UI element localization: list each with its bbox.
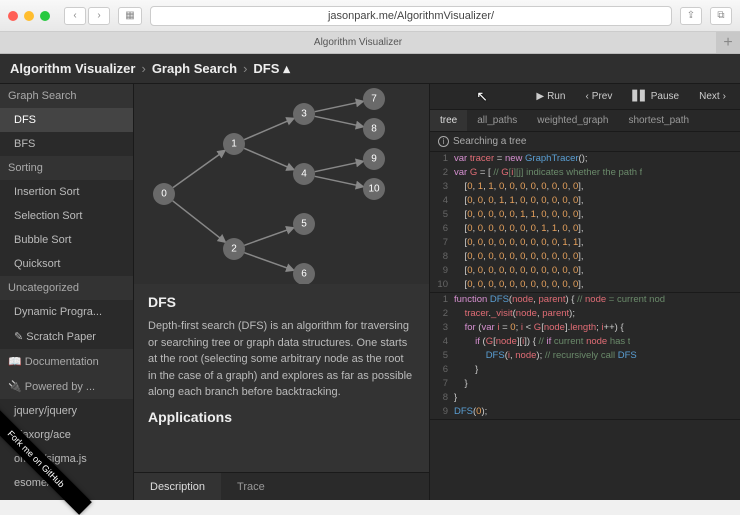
mouse-cursor-icon: ↖ <box>476 88 488 105</box>
svg-text:1: 1 <box>231 139 237 150</box>
play-icon: ▶ <box>536 91 544 102</box>
run-button[interactable]: ▶Run <box>528 88 573 105</box>
file-tab[interactable]: shortest_path <box>618 110 699 131</box>
algorithm-description: Depth-first search (DFS) is an algorithm… <box>148 318 415 401</box>
algorithm-title: DFS <box>148 294 415 310</box>
code-line[interactable]: 10 [0, 0, 0, 0, 0, 0, 0, 0, 0, 0, 0], <box>430 278 740 292</box>
caret-up-icon[interactable]: ▴ <box>283 61 290 77</box>
code-line[interactable]: 2var G = [ // G[i][j] indicates whether … <box>430 166 740 180</box>
code-line[interactable]: 3 [0, 1, 1, 0, 0, 0, 0, 0, 0, 0, 0], <box>430 180 740 194</box>
svg-text:0: 0 <box>161 189 167 200</box>
breadcrumb-app[interactable]: Algorithm Visualizer <box>10 61 135 76</box>
address-bar[interactable]: jasonpark.me/AlgorithmVisualizer/ <box>150 6 672 26</box>
code-line[interactable]: 6 } <box>430 363 740 377</box>
sidebar-group-header[interactable]: Uncategorized <box>0 276 133 300</box>
code-line[interactable]: 5 [0, 0, 0, 0, 0, 1, 1, 0, 0, 0, 0], <box>430 208 740 222</box>
code-line[interactable]: 7 [0, 0, 0, 0, 0, 0, 0, 0, 0, 1, 1], <box>430 236 740 250</box>
main-panel: 0 1 2 3 4 5 6 7 8 9 10 DFS Depth-first search (DFS… <box>134 84 430 500</box>
close-window-icon[interactable] <box>8 11 18 21</box>
code-line[interactable]: 9DFS(0); <box>430 405 740 419</box>
sidebar-item[interactable]: Selection Sort <box>0 204 133 228</box>
file-tabs: treeall_pathsweighted_graphshortest_path <box>430 110 740 132</box>
svg-text:4: 4 <box>301 169 307 180</box>
status-text: Searching a tree <box>453 136 526 147</box>
sidebar-group-header[interactable]: Graph Search <box>0 84 133 108</box>
file-tab[interactable]: all_paths <box>467 110 527 131</box>
svg-text:8: 8 <box>371 124 377 135</box>
code-panel: ▶Run ‹Prev ▋▋Pause Next› treeall_pathswe… <box>430 84 740 500</box>
code-editor[interactable]: 1var tracer = new GraphTracer();2var G =… <box>430 152 740 500</box>
breadcrumb-category[interactable]: Graph Search <box>152 61 237 76</box>
zoom-window-icon[interactable] <box>40 11 50 21</box>
pause-button[interactable]: ▋▋Pause <box>624 88 687 105</box>
share-button[interactable]: ⇪ <box>680 7 702 25</box>
sidebar-item[interactable]: Quicksort <box>0 252 133 276</box>
sidebar-item[interactable]: jquery/jquery <box>0 399 133 423</box>
svg-text:9: 9 <box>371 154 377 165</box>
code-line[interactable]: 7 } <box>430 377 740 391</box>
sidebar-item[interactable]: Insertion Sort <box>0 180 133 204</box>
status-bar: i Searching a tree <box>430 132 740 152</box>
browser-tab[interactable]: Algorithm Visualizer <box>0 32 716 53</box>
sidebar-toggle-button[interactable]: ▦ <box>118 7 142 25</box>
code-line[interactable]: 6 [0, 0, 0, 0, 0, 0, 0, 1, 1, 0, 0], <box>430 222 740 236</box>
description-tabs: DescriptionTrace <box>134 472 429 500</box>
svg-text:5: 5 <box>301 219 307 230</box>
info-icon: i <box>438 136 449 147</box>
code-line[interactable]: 8 [0, 0, 0, 0, 0, 0, 0, 0, 0, 0, 0], <box>430 250 740 264</box>
file-tab[interactable]: weighted_graph <box>527 110 618 131</box>
sidebar-group-header[interactable]: Sorting <box>0 156 133 180</box>
breadcrumb: Algorithm Visualizer › Graph Search › DF… <box>0 54 740 84</box>
new-tab-button[interactable]: + <box>716 32 740 53</box>
app: Algorithm Visualizer › Graph Search › DF… <box>0 54 740 500</box>
browser-toolbar: ‹ › ▦ jasonpark.me/AlgorithmVisualizer/ … <box>0 0 740 32</box>
browser-tabs: Algorithm Visualizer + <box>0 32 740 54</box>
desc-tab[interactable]: Trace <box>221 473 281 500</box>
sidebar-item[interactable]: Dynamic Progra... <box>0 300 133 324</box>
svg-text:10: 10 <box>368 184 380 195</box>
svg-text:2: 2 <box>231 244 237 255</box>
file-tab[interactable]: tree <box>430 110 467 131</box>
code-line[interactable]: 1var tracer = new GraphTracer(); <box>430 152 740 166</box>
sidebar-item[interactable]: BFS <box>0 132 133 156</box>
breadcrumb-algorithm[interactable]: DFS <box>253 61 279 76</box>
window-controls <box>8 11 50 21</box>
description-panel: DFS Depth-first search (DFS) is an algor… <box>134 284 429 472</box>
sidebar-item[interactable]: ✎ Scratch Paper <box>0 324 133 349</box>
code-line[interactable]: 4 if (G[node][i]) { // if current node h… <box>430 335 740 349</box>
back-button[interactable]: ‹ <box>64 7 86 25</box>
code-line[interactable]: 8} <box>430 391 740 405</box>
prev-button[interactable]: ‹Prev <box>577 88 620 105</box>
code-line[interactable]: 2 tracer._visit(node, parent); <box>430 307 740 321</box>
next-button[interactable]: Next› <box>691 88 734 105</box>
svg-text:6: 6 <box>301 269 307 280</box>
svg-text:3: 3 <box>301 109 307 120</box>
applications-heading: Applications <box>148 409 415 425</box>
sidebar-item[interactable]: Bubble Sort <box>0 228 133 252</box>
code-line[interactable]: 9 [0, 0, 0, 0, 0, 0, 0, 0, 0, 0, 0], <box>430 264 740 278</box>
code-line[interactable]: 4 [0, 0, 0, 1, 1, 0, 0, 0, 0, 0, 0], <box>430 194 740 208</box>
forward-button[interactable]: › <box>88 7 110 25</box>
graph-visualization[interactable]: 0 1 2 3 4 5 6 7 8 9 10 <box>134 84 429 284</box>
code-line[interactable]: 5 DFS(i, node); // recursively call DFS <box>430 349 740 363</box>
sidebar-group-header[interactable]: 📖 Documentation <box>0 349 133 374</box>
minimize-window-icon[interactable] <box>24 11 34 21</box>
tabs-button[interactable]: ⧉ <box>710 7 732 25</box>
code-line[interactable]: 1function DFS(node, parent) { // node = … <box>430 293 740 307</box>
svg-text:7: 7 <box>371 94 377 105</box>
sidebar-group-header[interactable]: 🔌 Powered by ... <box>0 374 133 399</box>
desc-tab[interactable]: Description <box>134 473 221 500</box>
pause-icon: ▋▋ <box>632 91 647 102</box>
sidebar-item[interactable]: DFS <box>0 108 133 132</box>
code-line[interactable]: 3 for (var i = 0; i < G[node].length; i+… <box>430 321 740 335</box>
